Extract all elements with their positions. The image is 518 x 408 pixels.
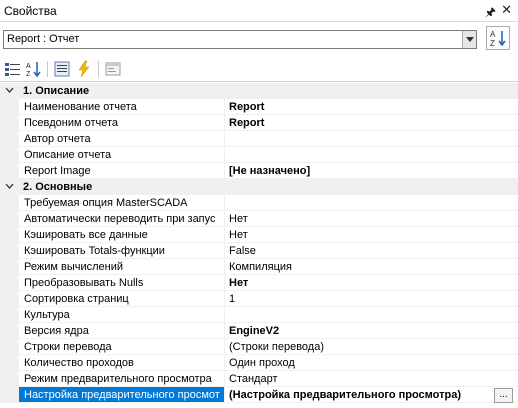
property-name: Преобразовывать Nulls: [19, 275, 225, 291]
categorized-icon[interactable]: [4, 60, 22, 78]
property-value[interactable]: Компиляция: [225, 259, 518, 275]
alphabetical-icon[interactable]: A Z: [25, 60, 43, 78]
svg-text:Z: Z: [26, 71, 31, 78]
panel-title: Свойства: [4, 4, 57, 18]
sort-az-icon: A Z: [490, 30, 506, 48]
property-row[interactable]: Кэшировать Totals-функции False: [0, 243, 518, 259]
property-row[interactable]: Report Image [Не назначено]: [0, 163, 518, 179]
chevron-down-icon[interactable]: [5, 182, 14, 191]
property-row[interactable]: Сортировка страниц 1: [0, 291, 518, 307]
chevron-down-icon[interactable]: [462, 31, 476, 48]
property-value[interactable]: Нет: [225, 275, 518, 291]
property-name: Количество проходов: [19, 355, 225, 371]
property-row[interactable]: Описание отчета: [0, 147, 518, 163]
property-value[interactable]: 1: [225, 291, 518, 307]
property-row[interactable]: Наименование отчета Report: [0, 99, 518, 115]
property-value[interactable]: [225, 195, 518, 211]
events-icon[interactable]: [75, 60, 93, 78]
property-row[interactable]: Количество проходов Один проход: [0, 355, 518, 371]
property-value[interactable]: Стандарт: [225, 371, 518, 387]
pin-icon[interactable]: 🖈︎: [485, 3, 496, 24]
property-value[interactable]: [225, 147, 518, 163]
property-value[interactable]: Report: [225, 115, 518, 131]
property-value[interactable]: (Настройка предварительного просмотра): [225, 387, 518, 403]
property-row[interactable]: Режим предварительного просмотра Стандарт: [0, 371, 518, 387]
property-name: Версия ядра: [19, 323, 225, 339]
svg-text:A: A: [26, 63, 31, 70]
property-value[interactable]: Нет: [225, 211, 518, 227]
category-main[interactable]: 2. Основные: [0, 179, 518, 195]
toolbar-separator: [47, 61, 48, 77]
property-name: Описание отчета: [19, 147, 225, 163]
property-row[interactable]: Версия ядра EngineV2: [0, 323, 518, 339]
property-name: Режим вычислений: [19, 259, 225, 275]
property-name: Кэшировать Totals-функции: [19, 243, 225, 259]
property-row-selected[interactable]: Настройка предварительного просмот (Настр…: [0, 387, 518, 403]
object-selector-row: Report : Отчет A Z: [0, 22, 518, 56]
property-row[interactable]: Требуемая опция MasterSCADA: [0, 195, 518, 211]
property-name: Автор отчета: [19, 131, 225, 147]
property-pages-icon[interactable]: [104, 60, 122, 78]
property-value[interactable]: EngineV2: [225, 323, 518, 339]
property-value[interactable]: (Строки перевода): [225, 339, 518, 355]
property-value[interactable]: False: [225, 243, 518, 259]
chevron-down-icon[interactable]: [5, 86, 14, 95]
property-value[interactable]: Нет: [225, 227, 518, 243]
svg-text:Z: Z: [490, 39, 495, 48]
property-name: Строки перевода: [19, 339, 225, 355]
ellipsis-button[interactable]: ...: [494, 388, 513, 403]
property-value[interactable]: [Не назначено]: [225, 163, 518, 179]
category-label: 1. Описание: [23, 85, 90, 97]
property-row[interactable]: Автоматически переводить при запус Нет: [0, 211, 518, 227]
category-description[interactable]: 1. Описание: [0, 83, 518, 99]
property-name: Культура: [19, 307, 225, 323]
toolbar: A Z: [0, 56, 518, 82]
property-value[interactable]: Report: [225, 99, 518, 115]
toolbar-separator: [98, 61, 99, 77]
property-row[interactable]: Преобразовывать Nulls Нет: [0, 275, 518, 291]
category-label: 2. Основные: [23, 181, 93, 193]
property-name: Наименование отчета: [19, 99, 225, 115]
property-value[interactable]: Один проход: [225, 355, 518, 371]
property-value[interactable]: [225, 307, 518, 323]
property-name: Псевдоним отчета: [19, 115, 225, 131]
properties-icon[interactable]: [53, 60, 71, 78]
property-grid: 1. Описание Наименование отчета Report Пс…: [0, 83, 518, 408]
sort-az-button[interactable]: A Z: [486, 26, 510, 50]
property-row[interactable]: Псевдоним отчета Report: [0, 115, 518, 131]
property-name: Режим предварительного просмотра: [19, 371, 225, 387]
property-name: Кэшировать все данные: [19, 227, 225, 243]
property-row[interactable]: Режим вычислений Компиляция: [0, 259, 518, 275]
panel-titlebar: Свойства 🖈︎ ✕: [0, 0, 518, 22]
property-name: Требуемая опция MasterSCADA: [19, 195, 225, 211]
object-selector-combo[interactable]: Report : Отчет: [3, 30, 477, 49]
property-name: Сортировка страниц: [19, 291, 225, 307]
property-row[interactable]: Культура: [0, 307, 518, 323]
close-icon[interactable]: ✕: [501, 2, 512, 18]
svg-text:A: A: [490, 30, 496, 39]
property-value[interactable]: [225, 131, 518, 147]
property-name: Настройка предварительного просмот: [19, 387, 225, 403]
property-name: Report Image: [19, 163, 225, 179]
property-name: Автоматически переводить при запус: [19, 211, 225, 227]
property-row[interactable]: Строки перевода (Строки перевода): [0, 339, 518, 355]
property-row[interactable]: Автор отчета: [0, 131, 518, 147]
object-selector-value: Report : Отчет: [7, 33, 80, 45]
property-row[interactable]: Кэшировать все данные Нет: [0, 227, 518, 243]
